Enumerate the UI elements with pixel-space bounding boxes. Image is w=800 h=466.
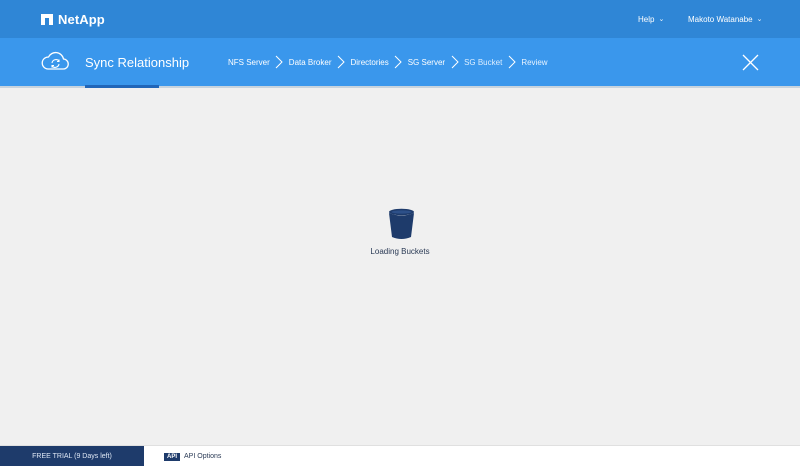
cloud-sync-icon <box>41 51 69 70</box>
api-options-button[interactable]: API API Options <box>164 446 221 466</box>
wizard-steps: NFS Server Data Broker Directories SG Se… <box>228 38 548 86</box>
step-review[interactable]: Review <box>521 58 547 67</box>
chevron-right-icon <box>390 38 407 86</box>
chevron-right-icon <box>503 38 520 86</box>
free-trial-banner[interactable]: FREE TRIAL (9 Days left) <box>0 446 144 466</box>
step-data-broker[interactable]: Data Broker <box>289 58 332 67</box>
user-menu[interactable]: Makoto Watanabe ⌄ <box>688 0 763 38</box>
bucket-icon <box>389 208 414 239</box>
step-nfs-server[interactable]: NFS Server <box>228 58 270 67</box>
wizard-title: Sync Relationship <box>85 55 190 70</box>
step-sg-server[interactable]: SG Server <box>408 58 445 67</box>
step-sg-bucket[interactable]: SG Bucket <box>464 58 502 67</box>
wizard-header: Sync Relationship NFS Server Data Broker… <box>0 38 800 86</box>
netapp-logo-icon <box>41 13 53 25</box>
chevron-right-icon <box>446 38 463 86</box>
step-directories[interactable]: Directories <box>350 58 388 67</box>
chevron-down-icon: ⌄ <box>756 16 763 23</box>
main-content: Loading Buckets <box>0 88 800 445</box>
help-menu[interactable]: Help ⌄ <box>638 0 664 38</box>
netapp-logo[interactable]: NetApp <box>41 11 105 27</box>
close-icon[interactable] <box>742 54 759 71</box>
api-options-label: API Options <box>184 453 222 460</box>
api-badge: API <box>164 452 181 461</box>
footer: FREE TRIAL (9 Days left) API API Options <box>0 445 800 466</box>
top-bar: NetApp Help ⌄ Makoto Watanabe ⌄ <box>0 0 800 38</box>
help-label: Help <box>638 14 655 24</box>
user-name: Makoto Watanabe <box>688 14 753 24</box>
chevron-down-icon: ⌄ <box>658 16 665 23</box>
chevron-right-icon <box>332 38 349 86</box>
brand-name: NetApp <box>58 11 105 27</box>
chevron-right-icon <box>271 38 288 86</box>
loading-status: Loading Buckets <box>370 247 430 256</box>
